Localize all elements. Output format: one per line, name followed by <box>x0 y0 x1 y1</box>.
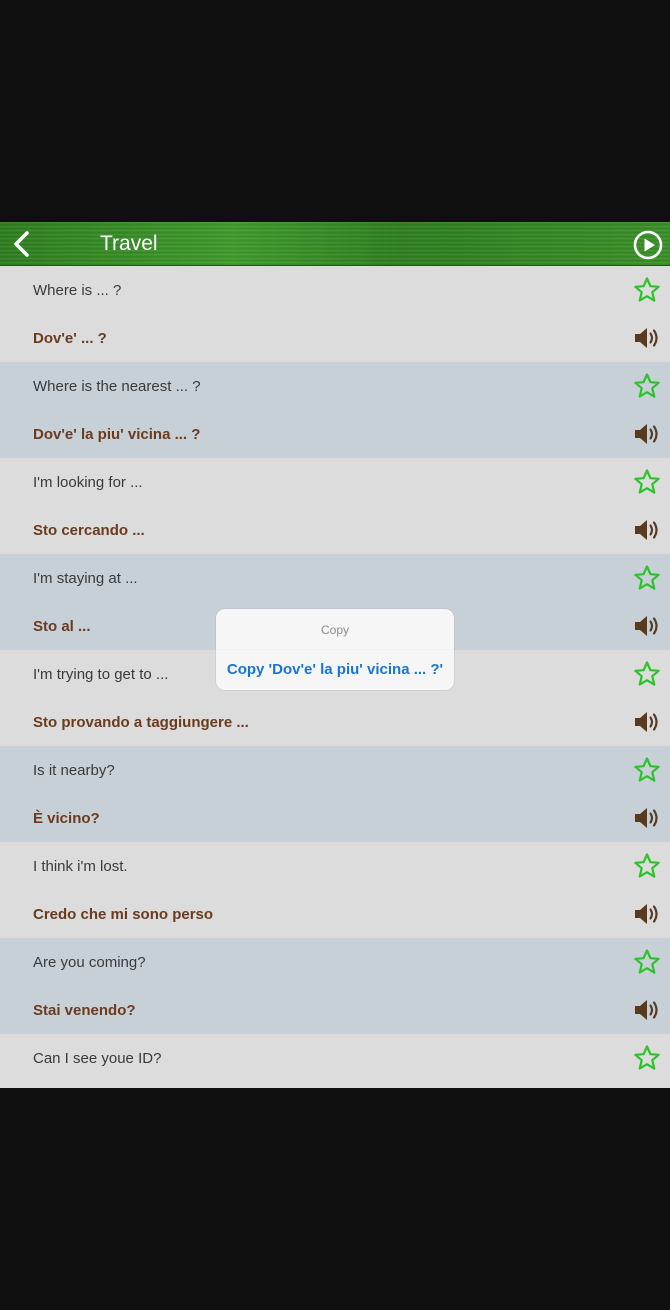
italian-phrase: Stai venendo? <box>33 1001 136 1019</box>
star-outline-icon[interactable] <box>632 755 662 785</box>
star-outline-icon[interactable] <box>632 851 662 881</box>
english-row[interactable]: I'm looking for ... <box>0 458 670 506</box>
english-row[interactable]: Where is ... ? <box>0 266 670 314</box>
italian-row[interactable]: Credo che mi sono perso <box>0 890 670 938</box>
english-phrase: I'm staying at ... <box>33 569 138 587</box>
speaker-icon[interactable] <box>632 611 662 641</box>
phrase-item[interactable]: Is it nearby? È vicino? <box>0 746 670 842</box>
star-outline-icon[interactable] <box>632 563 662 593</box>
copy-action-sheet: Copy Copy 'Dov'e' la piu' vicina ... ?' <box>216 609 454 690</box>
chevron-left-icon <box>14 231 29 257</box>
english-row[interactable]: Is it nearby? <box>0 746 670 794</box>
italian-phrase: Sto al ... <box>33 617 91 635</box>
back-button[interactable] <box>6 228 38 260</box>
star-outline-icon[interactable] <box>632 947 662 977</box>
star-outline-icon[interactable] <box>632 1043 662 1073</box>
english-phrase: I'm looking for ... <box>33 473 143 491</box>
star-outline-icon[interactable] <box>632 467 662 497</box>
speaker-icon[interactable] <box>632 323 662 353</box>
italian-phrase: Credo che mi sono perso <box>33 905 214 923</box>
speaker-icon[interactable] <box>632 515 662 545</box>
speaker-icon[interactable] <box>632 707 662 737</box>
speaker-icon[interactable] <box>632 899 662 929</box>
action-sheet-divider <box>216 649 454 650</box>
play-circle-icon <box>633 230 663 260</box>
speaker-icon[interactable] <box>632 803 662 833</box>
english-row[interactable]: I'm staying at ... <box>0 554 670 602</box>
navigation-bar: Travel <box>0 222 670 266</box>
star-outline-icon[interactable] <box>632 371 662 401</box>
italian-row[interactable]: Stai venendo? <box>0 986 670 1034</box>
italian-phrase: Sto provando a taggiungere ... <box>33 713 249 731</box>
star-outline-icon[interactable] <box>632 659 662 689</box>
italian-row[interactable]: Sto cercando ... <box>0 506 670 554</box>
speaker-icon[interactable] <box>632 995 662 1025</box>
english-phrase: Is it nearby? <box>33 761 115 779</box>
phrase-item[interactable]: Are you coming? Stai venendo? <box>0 938 670 1034</box>
phrase-item[interactable]: Where is ... ? Dov'e' ... ? <box>0 266 670 362</box>
english-phrase: Where is the nearest ... ? <box>33 377 201 395</box>
english-phrase: Can I see youe ID? <box>33 1049 162 1067</box>
italian-row[interactable]: Dov'e' la piu' vicina ... ? <box>0 410 670 458</box>
app-screen: Travel Where is ... ? Dov'e' ... ? Where i… <box>0 222 670 1088</box>
english-phrase: Are you coming? <box>33 953 146 971</box>
phrase-item[interactable]: Can I see youe ID? <box>0 1034 670 1088</box>
play-all-button[interactable] <box>632 230 664 260</box>
english-phrase: Where is ... ? <box>33 281 122 299</box>
star-outline-icon[interactable] <box>632 275 662 305</box>
phrase-item[interactable]: I'm looking for ... Sto cercando ... <box>0 458 670 554</box>
english-row[interactable]: I think i'm lost. <box>0 842 670 890</box>
speaker-icon[interactable] <box>632 419 662 449</box>
italian-phrase: Dov'e' la piu' vicina ... ? <box>33 425 201 443</box>
english-row[interactable]: Where is the nearest ... ? <box>0 362 670 410</box>
page-title: Travel <box>100 232 158 255</box>
copy-phrase-button[interactable]: Copy 'Dov'e' la piu' vicina ... ?' <box>216 661 454 678</box>
italian-row[interactable]: Dov'e' ... ? <box>0 314 670 362</box>
english-phrase: I'm trying to get to ... <box>33 665 169 683</box>
italian-phrase: Sto cercando ... <box>33 521 145 539</box>
action-sheet-title: Copy <box>320 623 349 637</box>
english-phrase: I think i'm lost. <box>33 857 128 875</box>
english-row[interactable]: Can I see youe ID? <box>0 1034 670 1082</box>
italian-phrase: È vicino? <box>33 809 100 827</box>
italian-row[interactable]: È vicino? <box>0 794 670 842</box>
english-row[interactable]: Are you coming? <box>0 938 670 986</box>
italian-phrase: Dov'e' ... ? <box>33 329 107 347</box>
phrase-item[interactable]: Where is the nearest ... ? Dov'e' la piu'… <box>0 362 670 458</box>
italian-row[interactable]: Sto provando a taggiungere ... <box>0 698 670 746</box>
phrase-item[interactable]: I think i'm lost. Credo che mi sono perso <box>0 842 670 938</box>
